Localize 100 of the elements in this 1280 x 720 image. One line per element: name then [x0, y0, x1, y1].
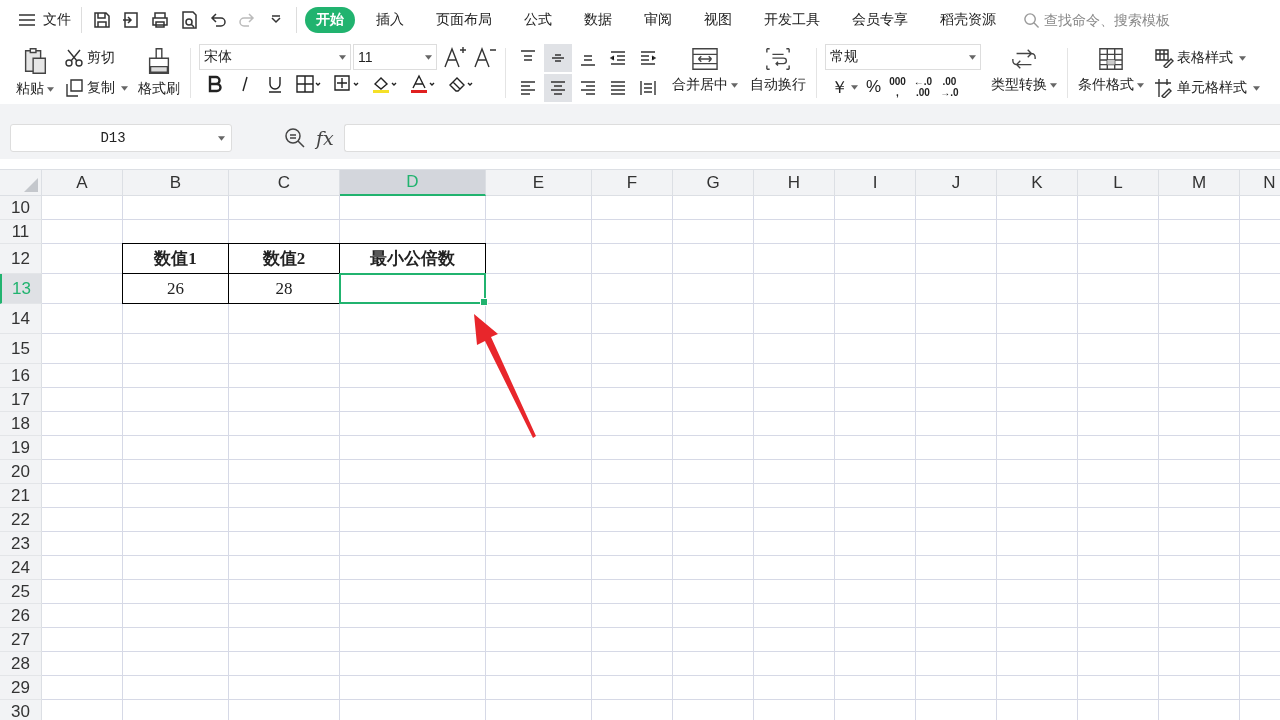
ribbon-tab[interactable]: 页面布局 — [425, 7, 503, 33]
table-cell[interactable]: 数值1 — [122, 243, 229, 274]
column-header[interactable]: H — [754, 170, 835, 196]
paste-button[interactable]: 粘贴 — [14, 44, 56, 100]
number-format-button[interactable]: 000 , — [889, 72, 906, 102]
formula-input[interactable] — [343, 124, 1280, 152]
caret-icon — [1253, 85, 1260, 91]
column-header[interactable]: K — [997, 170, 1078, 196]
row-header[interactable]: 24 — [0, 556, 42, 580]
table-cell[interactable]: 最小公倍数 — [339, 243, 486, 274]
caret-icon — [731, 82, 738, 88]
table-brush-icon — [1154, 48, 1174, 68]
number-format-button[interactable]: ←.0 .00 — [913, 72, 933, 102]
name-box[interactable]: D13 — [10, 124, 232, 152]
number-format-button[interactable]: ￥ — [831, 72, 858, 102]
ribbon-tab[interactable]: 审阅 — [633, 7, 683, 33]
copy-button[interactable]: 复制 — [64, 74, 128, 102]
number-format-button[interactable]: .00 →.0 — [940, 72, 959, 102]
wrap-text-button[interactable]: 自动换行 — [748, 44, 808, 96]
caret-icon — [969, 54, 976, 60]
row-header[interactable]: 19 — [0, 436, 42, 460]
row-header[interactable]: 30 — [0, 700, 42, 720]
copy-icon — [64, 78, 84, 98]
borders-icon[interactable] — [295, 74, 323, 94]
column-header[interactable]: J — [916, 170, 997, 196]
ribbon-tab[interactable]: 会员专享 — [841, 7, 919, 33]
table-cell[interactable]: 26 — [122, 273, 229, 304]
ribbon-tab[interactable]: 插入 — [365, 7, 415, 33]
row-header[interactable]: 14 — [0, 304, 42, 334]
preview-icon[interactable] — [179, 10, 199, 30]
align-distributed-icon — [638, 78, 658, 98]
row-header[interactable]: 11 — [0, 220, 42, 244]
row-header[interactable]: 25 — [0, 580, 42, 604]
row-header[interactable]: 21 — [0, 484, 42, 508]
align-left-icon — [518, 78, 538, 98]
ribbon-tab[interactable]: 数据 — [573, 7, 623, 33]
row-header[interactable]: 20 — [0, 460, 42, 484]
align-center-button[interactable] — [544, 74, 572, 102]
zoom-icon[interactable] — [284, 127, 306, 149]
print-icon[interactable] — [150, 10, 170, 30]
column-header[interactable]: B — [123, 170, 229, 196]
cut-button[interactable]: 剪切 — [64, 44, 128, 72]
scissors-icon — [64, 48, 84, 68]
merge-center-button[interactable]: 合并居中 — [670, 44, 740, 96]
align-outdent-icon — [608, 48, 628, 68]
column-header[interactable]: L — [1078, 170, 1159, 196]
column-header[interactable]: A — [42, 170, 123, 196]
table-grid-icon — [1096, 46, 1126, 72]
font-name-dropdown[interactable]: 宋体 — [199, 44, 351, 70]
column-header[interactable]: N — [1240, 170, 1280, 196]
search-field[interactable]: 查找命令、搜索模板 — [1023, 11, 1194, 29]
ribbon-tab[interactable]: 稻壳资源 — [929, 7, 1007, 33]
row-header[interactable]: 17 — [0, 388, 42, 412]
type-convert-button[interactable]: 类型转换 — [989, 44, 1059, 96]
table-cell[interactable] — [339, 273, 486, 304]
row-header[interactable]: 23 — [0, 532, 42, 556]
row-header[interactable]: 29 — [0, 676, 42, 700]
function-label[interactable]: fx — [316, 127, 334, 149]
format-painter-button[interactable]: 格式刷 — [136, 44, 182, 100]
decrease-font-icon[interactable] — [473, 45, 497, 69]
ribbon-tab[interactable]: 视图 — [693, 7, 743, 33]
undo-icon[interactable] — [208, 10, 228, 30]
table-style-button[interactable]: 表格样式 — [1154, 44, 1260, 72]
column-header[interactable]: E — [486, 170, 592, 196]
row-header[interactable]: 26 — [0, 604, 42, 628]
increase-font-icon[interactable] — [443, 45, 467, 69]
row-header[interactable]: 27 — [0, 628, 42, 652]
font-color-icon[interactable] — [409, 74, 437, 94]
file-menu[interactable]: 文件 — [16, 7, 73, 33]
column-header[interactable]: C — [229, 170, 340, 196]
ribbon-tab[interactable]: 开发工具 — [753, 7, 831, 33]
align-justify-icon — [608, 78, 628, 98]
wrap-text-icon — [763, 46, 793, 72]
cell-style-button[interactable]: 单元格样式 — [1154, 74, 1260, 102]
caret-icon — [851, 84, 858, 90]
merge-cells-icon — [690, 46, 720, 72]
column-header[interactable]: M — [1159, 170, 1240, 196]
number-format-dropdown[interactable]: 常规 — [825, 44, 981, 70]
column-header[interactable]: G — [673, 170, 754, 196]
row-header[interactable]: 15 — [0, 334, 42, 364]
column-header[interactable]: F — [592, 170, 673, 196]
caret-icon — [47, 86, 54, 92]
number-format-button[interactable]: % — [866, 72, 882, 102]
row-header[interactable]: 16 — [0, 364, 42, 388]
caret-icon — [1050, 82, 1057, 88]
row-header[interactable]: 12 — [0, 244, 42, 274]
align-middle-button[interactable] — [544, 44, 572, 72]
ribbon-tab[interactable]: 公式 — [513, 7, 563, 33]
conditional-format-button[interactable]: 条件格式 — [1076, 44, 1146, 96]
row-header[interactable]: 10 — [0, 196, 42, 220]
font-size-dropdown[interactable]: 11 — [353, 44, 437, 70]
align-indent-icon — [638, 48, 658, 68]
row-header[interactable]: 18 — [0, 412, 42, 436]
fill-pattern-icon[interactable] — [333, 74, 361, 94]
export-icon[interactable] — [121, 10, 141, 30]
row-header[interactable]: 28 — [0, 652, 42, 676]
search-icon — [1023, 11, 1040, 29]
save-icon[interactable] — [92, 10, 112, 30]
row-header[interactable]: 22 — [0, 508, 42, 532]
column-header[interactable]: I — [835, 170, 916, 196]
